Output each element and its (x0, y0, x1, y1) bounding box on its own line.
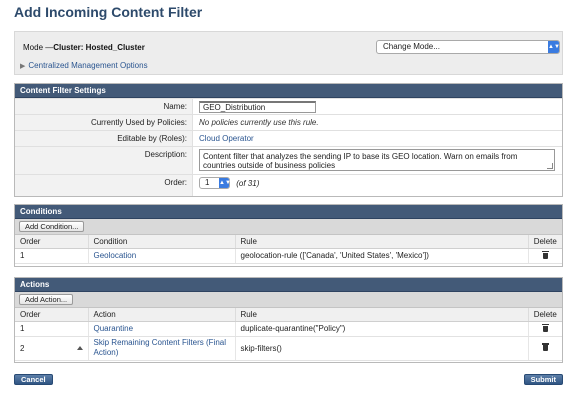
used-by-value: No policies currently use this rule. (199, 118, 319, 127)
column-header: Order (15, 235, 89, 249)
editable-label: Editable by (Roles): (15, 131, 193, 146)
up-arrow-icon[interactable] (76, 346, 83, 351)
trash-icon[interactable] (541, 250, 549, 259)
used-by-label: Currently Used by Policies: (15, 115, 193, 130)
resize-grip-icon[interactable] (547, 163, 553, 169)
action-rule: duplicate-quarantine("Policy") (235, 321, 529, 337)
mode-label: Mode —Cluster: Hosted_Cluster (23, 43, 145, 52)
actions-panel: Actions Add Action... Order Action Rule … (14, 277, 563, 363)
triangle-right-icon: ▶ (20, 63, 26, 70)
order-select[interactable]: 1 ▲▼ (199, 177, 231, 189)
trash-icon[interactable] (541, 323, 549, 332)
settings-header: Content Filter Settings (15, 84, 562, 98)
delete-cell (528, 321, 562, 337)
mode-value: Cluster: Hosted_Cluster (53, 43, 145, 52)
name-label: Name: (15, 99, 193, 114)
add-condition-button[interactable]: Add Condition... (19, 221, 85, 232)
select-arrows-icon: ▲▼ (219, 178, 231, 188)
change-mode-label: Change Mode... (383, 42, 440, 51)
conditions-panel: Conditions Add Condition... Order Condit… (14, 204, 563, 267)
column-header: Condition (88, 235, 236, 249)
actions-table: Order Action Rule Delete 1 Quarantine du… (15, 308, 562, 361)
conditions-toolbar: Add Condition... (15, 219, 562, 235)
column-header: Delete (528, 308, 562, 322)
column-header: Action (88, 308, 236, 322)
description-row: Description: Content filter that analyze… (15, 146, 562, 174)
table-row: 2 Skip Remaining Content Filters (Final … (15, 336, 562, 361)
cancel-button[interactable]: Cancel (14, 374, 53, 385)
conditions-table: Order Condition Rule Delete 1 Geolocatio… (15, 235, 562, 264)
order-value: 1 (205, 178, 210, 187)
content-filter-settings-panel: Content Filter Settings Name: GEO_Distri… (14, 83, 563, 197)
delete-cell (528, 336, 562, 361)
page-title: Add Incoming Content Filter (14, 4, 203, 20)
actions-header: Actions (15, 278, 562, 292)
column-header: Rule (235, 308, 529, 322)
name-input[interactable]: GEO_Distribution (199, 101, 316, 113)
description-label: Description: (15, 147, 193, 174)
mode-prefix: Mode — (23, 43, 54, 52)
editable-row: Editable by (Roles): Cloud Operator (15, 130, 562, 146)
used-by-row: Currently Used by Policies: No policies … (15, 114, 562, 130)
table-header-row: Order Action Rule Delete (15, 308, 562, 322)
actions-toolbar: Add Action... (15, 292, 562, 308)
condition-link-geolocation[interactable]: Geolocation (88, 248, 236, 264)
trash-icon[interactable] (541, 343, 549, 351)
table-row: 1 Quarantine duplicate-quarantine("Polic… (15, 321, 562, 337)
column-header: Rule (235, 235, 529, 249)
description-textarea[interactable]: Content filter that analyzes the sending… (199, 149, 555, 171)
add-action-button[interactable]: Add Action... (19, 294, 74, 305)
order-label: Order: (15, 175, 193, 196)
action-link-quarantine[interactable]: Quarantine (88, 321, 236, 337)
centralized-management-link[interactable]: Centralized Management Options (28, 61, 147, 70)
condition-rule: geolocation-rule (['Canada', 'United Sta… (235, 248, 529, 264)
action-order: 2 (20, 343, 25, 353)
condition-order: 1 (15, 248, 89, 264)
action-order: 1 (15, 321, 89, 337)
delete-cell (528, 248, 562, 264)
select-arrows-icon: ▲▼ (548, 41, 560, 53)
action-rule: skip-filters() (235, 336, 529, 361)
description-text: Content filter that analyzes the sending… (203, 152, 518, 170)
mode-panel: Mode —Cluster: Hosted_Cluster Change Mod… (14, 31, 563, 75)
change-mode-select[interactable]: Change Mode... ▲▼ (376, 40, 560, 54)
action-order-cell: 2 (15, 336, 89, 361)
order-total: (of 31) (236, 178, 260, 188)
order-row: Order: 1 ▲▼ (of 31) (15, 174, 562, 196)
editable-roles-link[interactable]: Cloud Operator (199, 131, 254, 147)
submit-button[interactable]: Submit (523, 374, 563, 385)
conditions-header: Conditions (15, 205, 562, 219)
column-header: Delete (528, 235, 562, 249)
action-link-skip-filters[interactable]: Skip Remaining Content Filters (Final Ac… (88, 336, 236, 361)
name-row: Name: GEO_Distribution (15, 98, 562, 114)
centralized-management-toggle[interactable]: ▶ Centralized Management Options (20, 61, 148, 70)
table-row: 1 Geolocation geolocation-rule (['Canada… (15, 248, 562, 264)
table-header-row: Order Condition Rule Delete (15, 235, 562, 249)
column-header: Order (15, 308, 89, 322)
